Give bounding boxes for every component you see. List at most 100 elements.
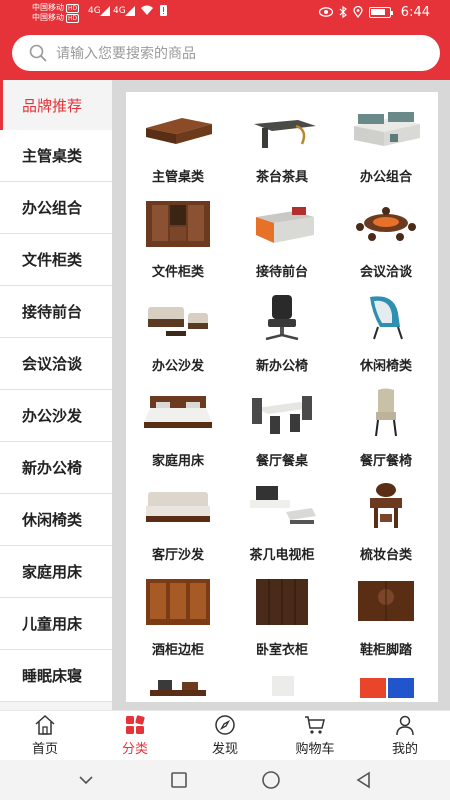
product-item[interactable]: 餐厅餐桌 bbox=[230, 388, 334, 483]
meeting-table-icon bbox=[356, 206, 416, 241]
category-label: 家庭用床 bbox=[22, 563, 83, 581]
carrier-1: 中国移动 bbox=[32, 3, 64, 12]
product-item[interactable]: 茶台茶具 bbox=[230, 104, 334, 199]
hd-badge-1: HD bbox=[66, 4, 80, 13]
category-label: 主管桌类 bbox=[22, 147, 83, 165]
product-label: 办公沙发 bbox=[151, 359, 204, 375]
lounge-chair-icon bbox=[370, 296, 403, 340]
product-item[interactable]: 鞋柜脚踏 bbox=[334, 577, 438, 672]
category-item[interactable]: 家庭用床 bbox=[0, 546, 112, 598]
recent-apps-icon[interactable] bbox=[168, 769, 190, 791]
tab-label: 发现 bbox=[211, 742, 238, 757]
tab-profile[interactable]: 我的 bbox=[360, 711, 450, 760]
product-label: 茶台茶具 bbox=[255, 170, 308, 185]
white-panel-icon bbox=[272, 675, 294, 696]
product-panel[interactable]: 主管桌类 茶台茶具 办公组合 文件柜类 接待前台 会议洽谈 办公沙发 新办公椅 … bbox=[126, 92, 438, 702]
product-item[interactable] bbox=[230, 672, 334, 702]
product-label: 餐厅餐椅 bbox=[359, 453, 412, 469]
chevron-down-icon[interactable] bbox=[75, 769, 97, 791]
tab-cart[interactable]: 购物车 bbox=[270, 711, 360, 760]
compass-icon bbox=[215, 715, 235, 735]
category-item[interactable]: 办公组合 bbox=[0, 182, 112, 234]
product-label: 休闲椅类 bbox=[359, 359, 412, 375]
category-item[interactable]: 儿童用床 bbox=[0, 598, 112, 650]
search-bar[interactable]: 请输入您要搜索的商品 bbox=[12, 35, 440, 71]
reception-desk-icon bbox=[256, 206, 314, 243]
home-circle-icon[interactable] bbox=[260, 769, 282, 791]
file-cabinet-icon bbox=[146, 200, 210, 247]
product-label: 酒柜边柜 bbox=[151, 642, 204, 658]
category-item[interactable]: 主管桌类 bbox=[0, 130, 112, 182]
tab-category[interactable]: 分类 bbox=[90, 711, 180, 760]
product-item[interactable]: 办公组合 bbox=[334, 104, 438, 199]
locker-icon bbox=[360, 677, 414, 698]
tab-home[interactable]: 首页 bbox=[0, 711, 90, 760]
product-label: 鞋柜脚踏 bbox=[359, 642, 412, 658]
home-icon bbox=[35, 714, 55, 735]
bed-icon bbox=[144, 395, 212, 428]
status-right: 6:44 bbox=[318, 4, 430, 20]
hd-badge-2: HD bbox=[66, 14, 80, 23]
category-item-brand-recommend[interactable]: 品牌推荐 bbox=[0, 80, 112, 130]
alert-icon bbox=[160, 5, 167, 16]
product-item[interactable]: 办公沙发 bbox=[126, 293, 230, 388]
battery-icon bbox=[368, 6, 393, 18]
product-item[interactable]: 接待前台 bbox=[230, 199, 334, 294]
product-item[interactable]: 家庭用床 bbox=[126, 388, 230, 483]
clock: 6:44 bbox=[400, 4, 430, 20]
product-label: 会议洽谈 bbox=[359, 264, 412, 280]
product-item[interactable]: 酒柜边柜 bbox=[126, 577, 230, 672]
bluetooth-icon bbox=[339, 6, 347, 18]
product-item[interactable] bbox=[334, 672, 438, 702]
product-label: 茶几电视柜 bbox=[249, 548, 315, 564]
product-item[interactable]: 休闲椅类 bbox=[334, 293, 438, 388]
network-type-1: 4G bbox=[88, 6, 101, 16]
product-item[interactable]: 餐厅餐椅 bbox=[334, 388, 438, 483]
wifi-icon bbox=[141, 5, 153, 15]
category-label: 接待前台 bbox=[22, 303, 83, 321]
office-sofa-icon bbox=[148, 307, 208, 337]
category-item[interactable]: 休闲椅类 bbox=[0, 494, 112, 546]
search-placeholder[interactable]: 请输入您要搜索的商品 bbox=[56, 43, 196, 63]
wardrobe-icon bbox=[256, 578, 308, 625]
category-label: 会议洽谈 bbox=[22, 355, 83, 373]
category-item[interactable]: 新办公椅 bbox=[0, 442, 112, 494]
category-label: 睡眠床寝 bbox=[22, 667, 83, 685]
system-nav-bar bbox=[0, 760, 450, 800]
product-item[interactable]: 文件柜类 bbox=[126, 199, 230, 294]
product-item[interactable]: 茶几电视柜 bbox=[230, 482, 334, 577]
product-item[interactable] bbox=[126, 672, 230, 702]
workstation-icon bbox=[354, 112, 420, 146]
user-icon bbox=[396, 715, 414, 736]
category-label: 品牌推荐 bbox=[22, 96, 83, 115]
side-cabinet-icon bbox=[150, 679, 206, 696]
category-label: 办公组合 bbox=[22, 199, 83, 217]
product-item[interactable]: 主管桌类 bbox=[126, 104, 230, 199]
product-item[interactable]: 新办公椅 bbox=[230, 293, 334, 388]
sofa-icon bbox=[146, 492, 210, 523]
category-label: 新办公椅 bbox=[22, 459, 83, 477]
product-label: 主管桌类 bbox=[151, 170, 204, 185]
tab-label: 购物车 bbox=[295, 742, 335, 757]
category-item[interactable]: 睡眠床寝 bbox=[0, 650, 112, 702]
product-label: 新办公椅 bbox=[255, 359, 308, 375]
tab-discover[interactable]: 发现 bbox=[180, 711, 270, 760]
product-item[interactable]: 卧室衣柜 bbox=[230, 577, 334, 672]
back-icon[interactable] bbox=[353, 769, 375, 791]
search-icon bbox=[29, 44, 47, 62]
bottom-tab-bar: 首页 分类 发现 购物车 我的 bbox=[0, 710, 450, 760]
product-label: 文件柜类 bbox=[151, 264, 204, 280]
product-grid: 主管桌类 茶台茶具 办公组合 文件柜类 接待前台 会议洽谈 办公沙发 新办公椅 … bbox=[126, 104, 438, 702]
category-item[interactable]: 文件柜类 bbox=[0, 234, 112, 286]
tab-label: 分类 bbox=[121, 742, 148, 757]
network-type-2: 4G bbox=[113, 6, 126, 16]
category-item[interactable]: 会议洽谈 bbox=[0, 338, 112, 390]
product-item[interactable]: 梳妆台类 bbox=[334, 482, 438, 577]
product-item[interactable]: 客厅沙发 bbox=[126, 482, 230, 577]
product-label: 接待前台 bbox=[255, 264, 308, 280]
product-label: 卧室衣柜 bbox=[255, 642, 308, 658]
category-item[interactable]: 办公沙发 bbox=[0, 390, 112, 442]
category-item[interactable]: 接待前台 bbox=[0, 286, 112, 338]
product-item[interactable]: 会议洽谈 bbox=[334, 199, 438, 294]
dining-chair-icon bbox=[375, 388, 397, 436]
